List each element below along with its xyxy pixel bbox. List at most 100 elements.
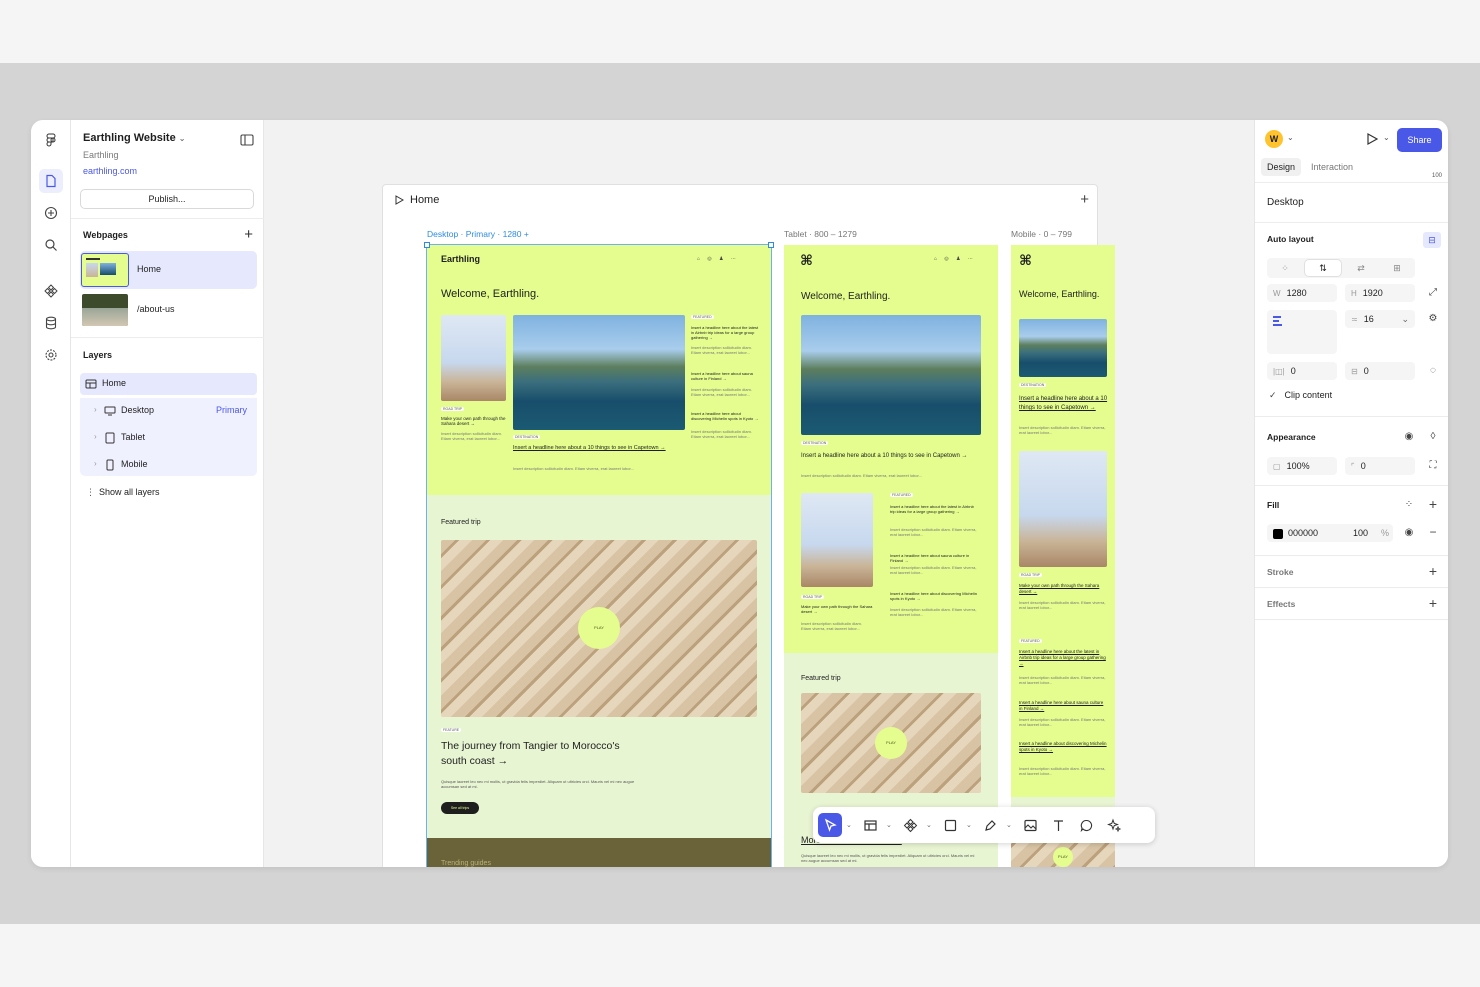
rectangle-tool-icon[interactable] [938, 813, 962, 837]
component-tool-icon[interactable] [898, 813, 922, 837]
mobile-frame-label[interactable]: Mobile · 0 – 799 [1011, 229, 1072, 239]
mobile-frame[interactable]: ⌘ Welcome, Earthling. DESTINATION Insert… [1011, 245, 1115, 867]
play-button[interactable]: PLAY [1053, 847, 1073, 867]
layout-vertical-icon[interactable]: ⇅ [1305, 260, 1341, 276]
clip-content-checkbox[interactable]: ✓ Clip content [1269, 390, 1332, 401]
frame-tool-icon[interactable] [858, 813, 882, 837]
figma-logo-icon[interactable] [39, 128, 63, 152]
search-icon[interactable] [39, 233, 63, 257]
padding-individual-icon[interactable]: ◌ [1427, 365, 1439, 377]
expand-corners-icon[interactable]: ⛶ [1427, 460, 1439, 472]
fill-color-field[interactable]: 000000 100% [1267, 524, 1393, 542]
article-link[interactable]: Insert a headline here about the latest … [1019, 649, 1107, 667]
tab-design[interactable]: Design [1261, 158, 1302, 176]
width-field[interactable]: W 1280 [1267, 284, 1337, 302]
styles-grid-icon[interactable]: ⁘ [1403, 499, 1415, 511]
height-field[interactable]: H 1920 [1345, 284, 1415, 302]
ai-sparkle-icon[interactable] [1102, 813, 1126, 837]
tablet-frame-label[interactable]: Tablet · 800 – 1279 [784, 229, 857, 239]
project-title[interactable]: Earthling Website ⌄ [83, 132, 185, 144]
tab-interaction[interactable]: Interaction [1305, 158, 1359, 176]
opacity-field[interactable]: ▢ 100% [1267, 457, 1337, 475]
components-icon[interactable] [39, 279, 63, 303]
chevron-down-icon[interactable]: ⌄ [846, 821, 854, 829]
desktop-frame[interactable]: Earthling ⌂ ◎ ♟ ⋯ Welcome, Earthling. RO… [426, 244, 772, 867]
eye-icon[interactable]: ◉ [1403, 431, 1415, 443]
layout-direction-segmented[interactable]: ⁘ ⇅ ⇄ ⊞ [1267, 258, 1415, 278]
tablet-frame[interactable]: ⌘ ⌂ ◎ ♟ ⋯ Welcome, Earthling. DESTINATIO… [784, 245, 998, 867]
add-fill-icon[interactable]: + [1427, 497, 1439, 511]
pen-tool-icon[interactable] [978, 813, 1002, 837]
resize-icon[interactable]: ⤢ [1427, 287, 1439, 299]
selection-handle[interactable] [768, 242, 774, 248]
auto-layout-toggle-icon[interactable]: ⊟ [1423, 232, 1441, 248]
board-title[interactable]: Home [394, 194, 439, 206]
play-button[interactable]: PLAY [578, 607, 620, 649]
add-webpage-icon[interactable]: + [244, 227, 253, 242]
layer-home[interactable]: Home [80, 373, 257, 395]
chevron-down-icon[interactable]: ⌄ [966, 821, 974, 829]
padding-vertical-field[interactable]: ⊟ 0 [1345, 362, 1415, 380]
image-tool-icon[interactable] [1018, 813, 1042, 837]
layout-freeform-icon[interactable]: ⁘ [1267, 258, 1303, 278]
webpage-item-about-us[interactable]: /about-us [80, 291, 257, 329]
settings-gear-icon[interactable] [39, 343, 63, 367]
text-tool-icon[interactable] [1046, 813, 1070, 837]
article-link[interactable]: Insert a headline about discovering Mich… [1019, 741, 1107, 753]
site-nav-icons: ⌂ ◎ ♟ ⋯ [697, 256, 740, 262]
padding-horizontal-field[interactable]: |◫| 0 [1267, 362, 1337, 380]
article-desc: Insert description sollicitudin diam. Et… [691, 345, 752, 355]
chevron-down-icon[interactable]: ⌄ [1383, 133, 1390, 142]
webpage-item-home[interactable]: Home [80, 251, 257, 289]
tablet-icon [105, 432, 115, 444]
zoom-level[interactable]: 100 [1432, 171, 1442, 177]
corner-radius-field[interactable]: ⌜ 0 [1345, 457, 1415, 475]
chevron-down-icon[interactable]: ⌄ [886, 821, 894, 829]
selection-handle[interactable] [424, 242, 430, 248]
main-headline-link[interactable]: Insert a headline here about a 10 things… [513, 445, 673, 452]
panel-toggle-icon[interactable] [239, 132, 255, 148]
fill-visibility-eye-icon[interactable]: ◉ [1403, 527, 1415, 539]
layer-mobile[interactable]: › Mobile [80, 454, 257, 476]
layout-settings-icon[interactable]: ⚙ [1427, 313, 1439, 325]
welcome-heading: Welcome, Earthling. [1019, 289, 1100, 299]
preview-play-icon[interactable] [1365, 132, 1379, 149]
alignment-grid[interactable] [1267, 310, 1337, 354]
article-desc: Insert description sollicitudin diam. Et… [1019, 717, 1106, 727]
chevron-right-icon[interactable]: › [94, 405, 97, 414]
play-button[interactable]: PLAY [875, 727, 907, 759]
layer-desktop[interactable]: › Desktop Primary [80, 400, 257, 422]
cms-database-icon[interactable] [39, 311, 63, 335]
add-effect-icon[interactable]: + [1427, 596, 1439, 610]
remove-fill-icon[interactable]: − [1427, 526, 1439, 538]
canvas[interactable]: Home + Desktop · Primary · 1280 + Tablet… [264, 120, 1254, 867]
avatar[interactable]: W [1265, 130, 1283, 148]
layout-grid-icon[interactable]: ⊞ [1379, 258, 1415, 278]
show-all-layers-button[interactable]: ⋮ Show all layers [80, 482, 257, 504]
chevron-right-icon[interactable]: › [94, 459, 97, 468]
chevron-down-icon[interactable]: ⌄ [1287, 133, 1294, 142]
layer-tablet[interactable]: › Tablet [80, 427, 257, 449]
capetown-photo [513, 315, 685, 430]
insert-icon[interactable] [39, 201, 63, 225]
comment-tool-icon[interactable] [1074, 813, 1098, 837]
layout-horizontal-icon[interactable]: ⇄ [1343, 258, 1379, 278]
main-headline-link[interactable]: Insert a headline here about a 10 things… [1019, 395, 1109, 413]
pages-icon[interactable] [39, 169, 63, 193]
gap-field[interactable]: ≍ 16 ⌄ [1345, 310, 1415, 328]
chevron-down-icon[interactable]: ⌄ [926, 821, 934, 829]
add-stroke-icon[interactable]: + [1427, 564, 1439, 578]
site-domain-link[interactable]: earthling.com [83, 166, 137, 176]
chevron-right-icon[interactable]: › [94, 432, 97, 441]
select-tool-cursor-icon[interactable] [818, 813, 842, 837]
desktop-frame-label[interactable]: Desktop · Primary · 1280 + [427, 229, 529, 239]
blend-drop-icon[interactable]: ◊ [1427, 431, 1439, 443]
article-link[interactable]: Insert a headline here about sauna cultu… [1019, 700, 1107, 712]
publish-button[interactable]: Publish... [80, 189, 254, 209]
see-all-trips-button[interactable]: See all trips [441, 802, 479, 814]
article-headline: Insert a headline here about sauna cultu… [691, 371, 753, 381]
article-link[interactable]: Make your own path through the Sahara de… [1019, 583, 1107, 595]
chevron-down-icon[interactable]: ⌄ [1006, 821, 1014, 829]
add-breakpoint-icon[interactable]: + [1080, 191, 1089, 208]
share-button[interactable]: Share [1397, 128, 1442, 152]
